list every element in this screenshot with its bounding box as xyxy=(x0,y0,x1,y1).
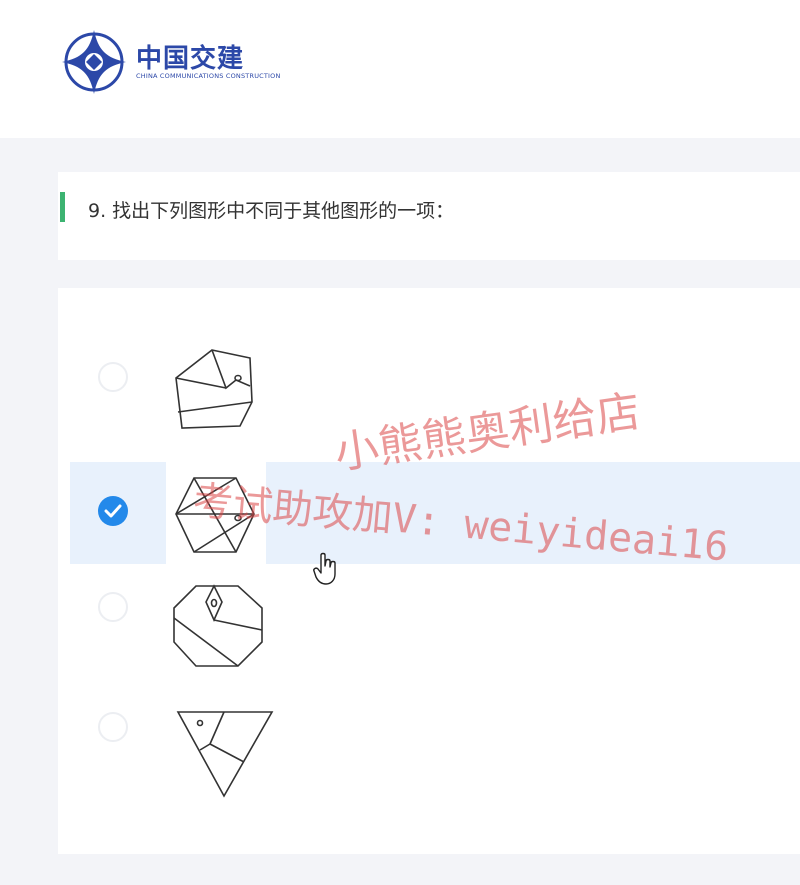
check-icon xyxy=(104,504,122,518)
radio-option-b-checked[interactable] xyxy=(98,496,128,526)
question-card: 9. 找出下列图形中不同于其他图形的一项： xyxy=(58,172,800,260)
option-c[interactable] xyxy=(58,558,800,668)
selected-highlight xyxy=(266,462,800,564)
triangle-figure xyxy=(176,711,274,798)
page-header: 中国交建 CHINA COMMUNICATIONS CONSTRUCTION xyxy=(0,0,800,138)
radio-option-a[interactable] xyxy=(98,362,128,392)
logo-chinese-text: 中国交建 xyxy=(136,44,245,74)
radio-option-d[interactable] xyxy=(98,712,128,742)
option-d[interactable] xyxy=(58,678,800,798)
radio-option-c[interactable] xyxy=(98,592,128,622)
options-card xyxy=(58,288,800,854)
question-accent-bar xyxy=(60,192,65,222)
company-logo: 中国交建 CHINA COMMUNICATIONS CONSTRUCTION xyxy=(60,26,280,98)
logo-english-text: CHINA COMMUNICATIONS CONSTRUCTION xyxy=(136,72,281,80)
cccc-emblem-icon xyxy=(62,30,126,94)
hexagon-figure xyxy=(175,477,255,553)
pentagon-figure xyxy=(175,349,253,429)
option-a[interactable] xyxy=(58,328,800,438)
question-text: 9. 找出下列图形中不同于其他图形的一项： xyxy=(88,200,455,222)
option-b[interactable] xyxy=(58,448,800,564)
octagon-figure xyxy=(173,584,263,667)
